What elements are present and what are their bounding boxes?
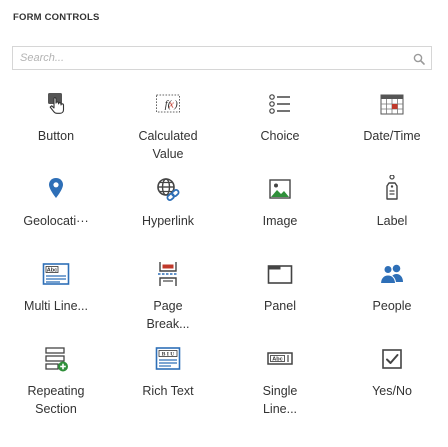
function-icon: f( x ) — [154, 90, 182, 118]
control-repeating-section[interactable]: Repeating Section — [0, 335, 112, 420]
control-single-line[interactable]: Abc Single Line... — [224, 335, 336, 420]
control-label: Calculated Value — [138, 129, 198, 161]
control-label: Label — [376, 214, 408, 228]
control-geolocation[interactable]: Geolocati··· — [0, 165, 112, 250]
tag-icon — [378, 175, 406, 203]
control-page-break[interactable]: Page Break... — [112, 250, 224, 335]
rich-text-icon: B I U — [154, 345, 182, 373]
checkbox-icon — [378, 345, 406, 373]
control-hyperlink[interactable]: Hyperlink — [112, 165, 224, 250]
control-image[interactable]: Image — [224, 165, 336, 250]
repeating-section-icon — [42, 345, 70, 373]
multiline-text-icon: Abc — [42, 260, 70, 288]
svg-text:B I U: B I U — [162, 352, 175, 358]
section-title: FORM CONTROLS — [13, 12, 100, 23]
control-yes-no[interactable]: Yes/No — [336, 335, 448, 420]
control-label: People — [372, 299, 412, 313]
control-label-item[interactable]: Label — [336, 165, 448, 250]
globe-link-icon — [154, 175, 182, 203]
control-label: Repeating Section — [27, 384, 85, 416]
control-label: Image — [262, 214, 298, 228]
control-label: Choice — [260, 129, 300, 143]
control-label: Rich Text — [142, 384, 194, 398]
control-label: Multi Line... — [24, 299, 88, 313]
control-label: Hyperlink — [141, 214, 195, 228]
control-label: Yes/No — [372, 384, 412, 398]
svg-text:x: x — [168, 99, 174, 111]
control-label: Single Line... — [262, 384, 298, 416]
control-multi-line[interactable]: Abc Multi Line... — [0, 250, 112, 335]
control-label: Button — [37, 129, 75, 143]
control-calculated-value[interactable]: f( x ) Calculated Value — [112, 80, 224, 165]
control-label: Panel — [264, 299, 296, 313]
control-choice[interactable]: Choice — [224, 80, 336, 165]
control-panel[interactable]: Panel — [224, 250, 336, 335]
control-label: Date/Time — [363, 129, 421, 143]
image-icon — [266, 175, 294, 203]
control-label: Geolocati··· — [23, 214, 89, 228]
control-date-time[interactable]: Date/Time — [336, 80, 448, 165]
svg-text:): ) — [173, 99, 178, 111]
page-break-icon — [154, 260, 182, 288]
search-icon[interactable] — [412, 52, 426, 66]
panel-icon — [266, 260, 294, 288]
control-people[interactable]: People — [336, 250, 448, 335]
svg-text:Abc: Abc — [272, 357, 282, 363]
search-input[interactable] — [13, 47, 431, 69]
button-icon — [42, 90, 70, 118]
map-pin-icon — [42, 175, 70, 203]
single-line-text-icon: Abc — [266, 345, 294, 373]
control-label: Page Break... — [146, 299, 190, 331]
calendar-icon — [378, 90, 406, 118]
svg-text:Abc: Abc — [47, 268, 57, 274]
control-rich-text[interactable]: B I U Rich Text — [112, 335, 224, 420]
people-icon — [378, 260, 406, 288]
list-icon — [266, 90, 294, 118]
control-button[interactable]: Button — [0, 80, 112, 165]
search-box[interactable] — [12, 46, 432, 70]
